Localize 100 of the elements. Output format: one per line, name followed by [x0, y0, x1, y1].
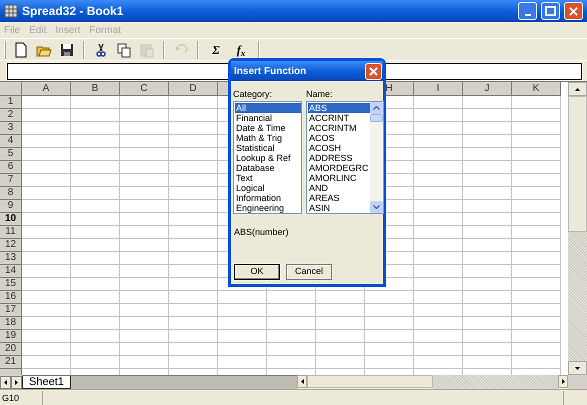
grid-cell[interactable] — [22, 356, 71, 369]
grid-cell[interactable] — [71, 239, 120, 252]
grid-cell[interactable] — [512, 109, 561, 122]
grid-cell[interactable] — [120, 226, 169, 239]
grid-cell[interactable] — [169, 135, 218, 148]
grid-cell[interactable] — [512, 317, 561, 330]
grid-cell[interactable] — [22, 317, 71, 330]
column-header[interactable]: D — [169, 82, 218, 96]
grid-cell[interactable] — [169, 265, 218, 278]
grid-cell[interactable] — [120, 200, 169, 213]
grid-cell[interactable] — [169, 330, 218, 343]
list-box[interactable]: All Financial Date & Time Math & Trig Statistical Lookup & Ref Database Text Logical Information Engineering — [233, 101, 302, 214]
grid-cell[interactable] — [71, 96, 120, 109]
grid-cell[interactable] — [365, 291, 414, 304]
grid-cell[interactable] — [512, 187, 561, 200]
grid-cell[interactable] — [512, 148, 561, 161]
grid-cell[interactable] — [169, 226, 218, 239]
grid-cell[interactable] — [463, 356, 512, 369]
list-item[interactable]: Information — [235, 193, 301, 203]
list-item[interactable]: Date & Time — [235, 123, 301, 133]
list-item[interactable]: ABS — [308, 103, 370, 113]
grid-cell[interactable] — [316, 317, 365, 330]
grid-cell[interactable] — [169, 109, 218, 122]
grid-cell[interactable] — [463, 252, 512, 265]
row-header[interactable]: 20 — [0, 343, 22, 356]
grid-cell[interactable] — [71, 135, 120, 148]
grid-cell[interactable] — [22, 135, 71, 148]
grid-cell[interactable] — [120, 122, 169, 135]
grid-cell[interactable] — [463, 148, 512, 161]
grid-cell[interactable] — [414, 278, 463, 291]
row-header[interactable]: 16 — [0, 291, 22, 304]
list-item[interactable]: AREAS — [308, 193, 370, 203]
grid-cell[interactable] — [463, 278, 512, 291]
grid-cell[interactable] — [71, 343, 120, 356]
list-item[interactable]: AMORLINC — [308, 173, 370, 183]
grid-cell[interactable] — [71, 148, 120, 161]
grid-cell[interactable] — [120, 213, 169, 226]
grid-cell[interactable] — [120, 317, 169, 330]
grid-cell[interactable] — [169, 356, 218, 369]
grid-cell[interactable] — [120, 356, 169, 369]
grid-cell[interactable] — [169, 278, 218, 291]
grid-cell[interactable] — [22, 291, 71, 304]
tab-scroll-button[interactable] — [11, 376, 22, 388]
list-scrollbar[interactable] — [370, 102, 383, 213]
grid-cell[interactable] — [120, 187, 169, 200]
list-item[interactable]: Statistical — [235, 143, 301, 153]
grid-cell[interactable] — [169, 161, 218, 174]
grid-cell[interactable] — [512, 356, 561, 369]
grid-cell[interactable] — [414, 122, 463, 135]
grid-cell[interactable] — [463, 291, 512, 304]
grid-cell[interactable] — [463, 317, 512, 330]
grid-cell[interactable] — [218, 291, 267, 304]
list-item[interactable]: Text — [235, 173, 301, 183]
grid-cell[interactable] — [267, 304, 316, 317]
grid-cell[interactable] — [71, 356, 120, 369]
grid-cell[interactable] — [169, 317, 218, 330]
grid-cell[interactable] — [71, 226, 120, 239]
list-item[interactable]: Financial — [235, 113, 301, 123]
grid-cell[interactable] — [218, 317, 267, 330]
grid-cell[interactable] — [22, 161, 71, 174]
grid-cell[interactable] — [169, 291, 218, 304]
grid-cell[interactable] — [22, 187, 71, 200]
grid-cell[interactable] — [22, 226, 71, 239]
scroll-thumb[interactable] — [370, 114, 383, 122]
row-header[interactable]: 6 — [0, 161, 22, 174]
list-item[interactable]: ASIN — [308, 203, 370, 213]
grid-cell[interactable] — [22, 200, 71, 213]
grid-cell[interactable] — [22, 278, 71, 291]
close-button[interactable] — [365, 62, 382, 80]
grid-cell[interactable] — [463, 96, 512, 109]
grid-cell[interactable] — [414, 109, 463, 122]
grid-cell[interactable] — [120, 291, 169, 304]
scroll-thumb[interactable] — [568, 96, 587, 232]
grid-cell[interactable] — [414, 356, 463, 369]
row-header[interactable]: 14 — [0, 265, 22, 278]
row-header[interactable]: 17 — [0, 304, 22, 317]
grid-cell[interactable] — [512, 174, 561, 187]
row-header[interactable]: 15 — [0, 278, 22, 291]
horizontal-scrollbar[interactable] — [297, 375, 568, 389]
grid-cell[interactable] — [22, 304, 71, 317]
grid-cell[interactable] — [316, 343, 365, 356]
list-item[interactable]: Database — [235, 163, 301, 173]
grid-cell[interactable] — [414, 291, 463, 304]
grid-cell[interactable] — [169, 304, 218, 317]
row-header[interactable]: 7 — [0, 174, 22, 187]
grid-cell[interactable] — [120, 174, 169, 187]
grid-cell[interactable] — [463, 304, 512, 317]
grid-cell[interactable] — [169, 122, 218, 135]
row-header[interactable]: 4 — [0, 135, 22, 148]
minimize-button[interactable] — [518, 2, 537, 20]
list-item[interactable]: All — [235, 103, 301, 113]
scroll-up-button[interactable] — [568, 82, 587, 96]
grid-cell[interactable] — [71, 317, 120, 330]
grid-cell[interactable] — [512, 252, 561, 265]
grid-cell[interactable] — [22, 343, 71, 356]
grid-cell[interactable] — [414, 239, 463, 252]
dialog-button[interactable]: Cancel — [286, 264, 332, 280]
vertical-scrollbar[interactable] — [568, 82, 587, 375]
row-header[interactable]: 9 — [0, 200, 22, 213]
scroll-down-button[interactable] — [568, 361, 587, 375]
